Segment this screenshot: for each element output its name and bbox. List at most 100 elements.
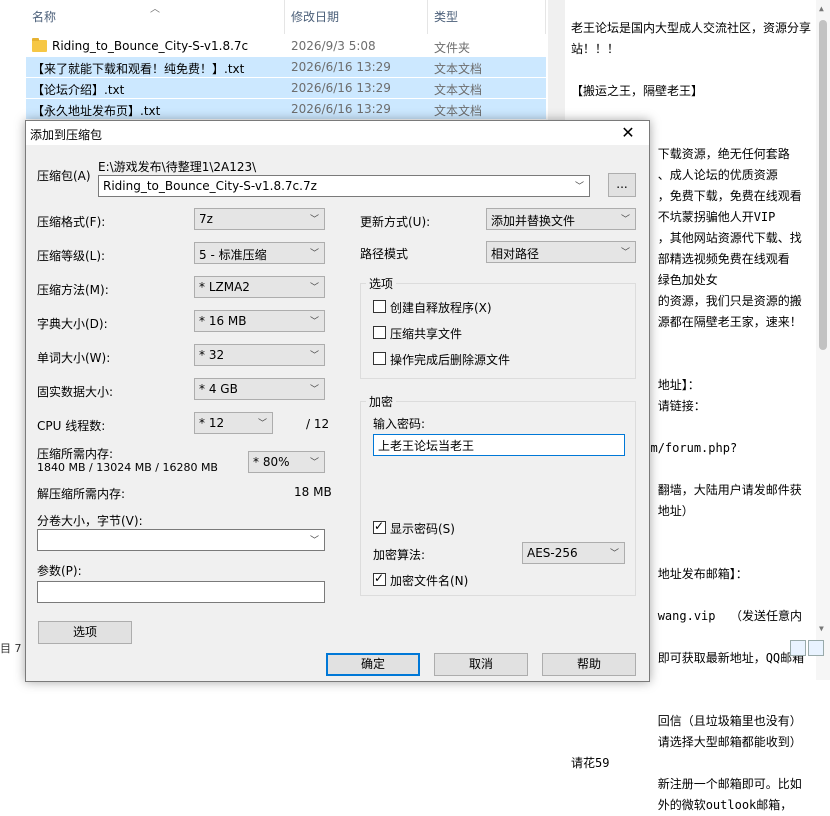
shared-label[interactable]: 压缩共享文件 [390, 325, 462, 342]
params-input[interactable] [37, 581, 325, 603]
check-icon: ✓ [374, 571, 385, 585]
cpu-value: * 12 [199, 416, 225, 430]
sfx-checkbox[interactable] [373, 300, 386, 313]
options-button[interactable]: 选项 [38, 621, 132, 644]
file-date: 2026/9/3 5:08 [291, 39, 376, 53]
status-bar-fragment: 目 7 [0, 642, 22, 655]
close-icon[interactable]: ✕ [613, 121, 643, 145]
column-separator [427, 0, 428, 34]
chevron-down-icon[interactable]: ﹀ [575, 179, 584, 192]
level-value: 5 - 标准压缩 [199, 248, 267, 262]
ok-button[interactable]: 确定 [326, 653, 420, 676]
dialog-title: 添加到压缩包 [30, 128, 103, 142]
decomp-label: 解压缩所需内存: [37, 487, 126, 501]
level-label: 压缩等级(L): [37, 249, 106, 263]
format-select[interactable]: 7z ﹀ [194, 208, 325, 230]
tiles-view-icon[interactable] [808, 640, 824, 656]
chevron-down-icon[interactable]: ﹀ [310, 280, 319, 293]
chevron-down-icon[interactable]: ﹀ [310, 314, 319, 327]
archive-label: 压缩包(A) [37, 169, 91, 183]
file-type: 文件夹 [434, 41, 471, 55]
path-mode-select[interactable]: 相对路径 ﹀ [486, 241, 636, 263]
update-label: 更新方式(U): [360, 215, 431, 229]
scroll-up-icon[interactable]: ▲ [819, 4, 824, 13]
chevron-down-icon[interactable]: ﹀ [310, 212, 319, 225]
viewer-scrollbar[interactable]: ▲ ▼ [816, 0, 830, 680]
chevron-down-icon[interactable]: ﹀ [310, 382, 319, 395]
split-combo[interactable]: ﹀ [37, 529, 325, 551]
solid-select[interactable]: * 4 GB ﹀ [194, 378, 325, 400]
chevron-down-icon[interactable]: ﹀ [310, 455, 319, 468]
encryption-group-title: 加密 [366, 393, 397, 410]
view-mode-icons[interactable] [790, 640, 826, 660]
chevron-down-icon[interactable]: ﹀ [310, 348, 319, 361]
method-select[interactable]: * LZMA2 ﹀ [194, 276, 325, 298]
show-password-checkbox[interactable]: ✓ [373, 519, 386, 534]
delete-checkbox[interactable] [373, 352, 386, 365]
details-view-icon[interactable] [790, 640, 806, 656]
scroll-down-icon[interactable]: ▼ [819, 624, 824, 633]
file-date: 2026/6/16 13:29 [291, 60, 391, 74]
file-row[interactable]: 【论坛介绍】.txt 2026/6/16 13:29 文本文档 [26, 78, 546, 98]
chevron-down-icon[interactable]: ﹀ [310, 533, 319, 546]
update-select[interactable]: 添加并替换文件 ﹀ [486, 208, 636, 230]
file-name: Riding_to_Bounce_City-S-v1.8.7c [52, 39, 249, 53]
path-mode-label: 路径模式 [360, 247, 409, 261]
file-row[interactable]: Riding_to_Bounce_City-S-v1.8.7c 2026/9/3… [26, 36, 546, 56]
viewer-scroll-thumb[interactable] [819, 20, 827, 350]
file-type: 文本文档 [434, 83, 483, 97]
browse-button[interactable]: ... [608, 173, 636, 197]
archive-name-combo[interactable]: Riding_to_Bounce_City-S-v1.8.7c.7z ﹀ [98, 175, 590, 197]
dialog-titlebar[interactable]: 添加到压缩包 ✕ [26, 121, 649, 145]
format-value: 7z [199, 212, 213, 226]
sfx-label[interactable]: 创建自释放程序(X) [390, 299, 492, 316]
file-row[interactable]: 【来了就能下载和观看！纯免费！】.txt 2026/6/16 13:29 文本文… [26, 57, 546, 77]
mem-label: 压缩所需内存: [37, 447, 114, 461]
password-field[interactable] [374, 435, 624, 455]
algo-select[interactable]: AES-256 ﹀ [522, 542, 625, 564]
help-button[interactable]: 帮助 [542, 653, 636, 676]
password-label: 输入密码: [373, 417, 426, 431]
encrypt-names-label[interactable]: 加密文件名(N) [390, 572, 468, 589]
delete-label[interactable]: 操作完成后删除源文件 [390, 351, 510, 368]
chevron-down-icon[interactable]: ﹀ [621, 212, 630, 225]
algo-label: 加密算法: [373, 548, 426, 562]
file-date: 2026/6/16 13:29 [291, 81, 391, 95]
word-select[interactable]: * 32 ﹀ [194, 344, 325, 366]
update-value: 添加并替换文件 [491, 214, 576, 228]
password-input[interactable] [373, 434, 625, 456]
show-password-label[interactable]: 显示密码(S) [390, 520, 455, 537]
split-label: 分卷大小，字节(V): [37, 514, 143, 528]
file-name: 【永久地址发布页】.txt [32, 104, 161, 118]
column-name[interactable]: 名称 [32, 0, 56, 34]
chevron-down-icon[interactable]: ﹀ [610, 546, 619, 559]
file-row[interactable]: 【永久地址发布页】.txt 2026/6/16 13:29 文本文档 [26, 99, 546, 119]
column-type[interactable]: 类型 [434, 0, 458, 34]
word-label: 单词大小(W): [37, 351, 111, 365]
dict-label: 字典大小(D): [37, 317, 108, 331]
chevron-down-icon[interactable]: ﹀ [258, 416, 267, 429]
cancel-button[interactable]: 取消 [434, 653, 528, 676]
params-label: 参数(P): [37, 564, 82, 578]
method-label: 压缩方法(M): [37, 283, 109, 297]
dict-select[interactable]: * 16 MB ﹀ [194, 310, 325, 332]
algo-value: AES-256 [527, 546, 578, 560]
check-icon: ✓ [374, 519, 385, 533]
column-date[interactable]: 修改日期 [291, 0, 339, 34]
chevron-down-icon[interactable]: ﹀ [310, 246, 319, 259]
encrypt-names-checkbox[interactable]: ✓ [373, 571, 386, 586]
decomp-value: 18 MB [294, 485, 332, 499]
archive-path: E:\游戏发布\待整理1\2A123\ [98, 160, 257, 174]
mem-select[interactable]: * 80% ﹀ [248, 451, 325, 473]
file-type: 文本文档 [434, 62, 483, 76]
level-select[interactable]: 5 - 标准压缩 ﹀ [194, 242, 325, 264]
params-field[interactable] [38, 582, 324, 602]
file-date: 2026/6/16 13:29 [291, 102, 391, 116]
solid-value: * 4 GB [199, 382, 238, 396]
file-name: 【论坛介绍】.txt [32, 83, 125, 97]
shared-checkbox[interactable] [373, 326, 386, 339]
chevron-down-icon[interactable]: ﹀ [621, 245, 630, 258]
mem-detail: 1840 MB / 13024 MB / 16280 MB [37, 461, 218, 474]
cpu-select[interactable]: * 12 ﹀ [194, 412, 273, 434]
file-type: 文本文档 [434, 104, 483, 118]
